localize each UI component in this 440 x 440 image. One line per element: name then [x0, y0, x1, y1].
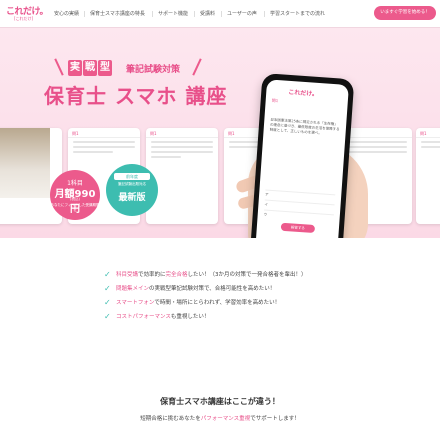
nav-divider [194, 11, 195, 17]
smartphone-mockup: これだけ。 問1 日本国憲法第25条に規定される「生存権」の理念に基づき、最低限… [249, 73, 355, 238]
tag-rest: 筆記試験対策 [126, 65, 181, 75]
hero-section: 実 戦 型 筆記試験対策 保育士 スマホ 講座 問1 問1 問1 問1 問1 [0, 28, 440, 238]
start-learning-button[interactable]: いますぐ学習を始める！ [374, 6, 436, 20]
tag-char: 型 [98, 60, 112, 76]
highlight-text: コストパフォーマンス [116, 314, 171, 320]
question-card: 問1 [146, 128, 218, 224]
nav-item-fee[interactable]: 受講料 [200, 9, 215, 19]
check-icon: ✓ [104, 284, 111, 293]
price-badge-tax: (税込) [70, 197, 80, 201]
check-icon: ✓ [104, 270, 111, 279]
phone-question-label: 問1 [271, 97, 279, 104]
new-badge-line1: 前年度 [114, 173, 150, 180]
logo-sub-text: [これだけ] [14, 16, 34, 21]
latest-edition-badge: 前年度 筆記試験出題対応 最新版 [106, 164, 158, 216]
checklist-item: ✓ 問題集メインの実戦型筆記試験対策で、合格可能性を高めたい！ [104, 284, 404, 294]
card-question-label: 問1 [146, 128, 218, 138]
nav-item-voices[interactable]: ユーザーの声 [227, 9, 257, 19]
phone-answer-button[interactable]: 解答する [280, 222, 316, 234]
nav-divider [221, 11, 222, 17]
nav-divider [152, 11, 153, 17]
checklist-item: ✓ 科目受講で効率的に完全合格したい！（3か月の対策で一発合格者を輩出！） [104, 270, 404, 280]
check-icon: ✓ [104, 298, 111, 307]
phone-screen: これだけ。 問1 日本国憲法第25条に規定される「生存権」の理念に基づき、最低限… [255, 79, 349, 238]
question-card: 問1 [416, 128, 440, 224]
nav-item-support[interactable]: サポート機能 [158, 9, 188, 19]
new-badge-line2: 筆記試験出題対応 [118, 182, 146, 186]
check-icon: ✓ [104, 312, 111, 321]
highlight-text: 問題集メイン [116, 286, 150, 292]
phone-question-text: 日本国憲法第25条に規定される「生存権」の理念に基づき、最低限度の生活を保障する… [269, 117, 340, 136]
new-badge-line3: 最新版 [118, 193, 146, 203]
tag-char: 実 [68, 60, 82, 76]
hero-title: 保育士 スマホ 講座 [44, 84, 228, 108]
card-question-label: 問1 [416, 128, 440, 138]
price-badge: 1科目 月額990円 (税込) あなたにフィットした受講期間を [50, 170, 100, 220]
body-text: したい！（3か月の対策で一発合格者を輩出！） [187, 272, 307, 278]
checklist-item: ✓ コストパフォーマンスも重視したい！ [104, 312, 404, 322]
section-title: 保育士スマホ講座はここが違う！ [160, 397, 280, 406]
highlight-text: スマートフォン [116, 300, 155, 306]
subtitle-text: 短期合格に挑むあなたを [140, 416, 201, 422]
subtitle-text: でサポートします！ [250, 416, 300, 422]
nav-item-flow[interactable]: 学習スタートまでの流れ [270, 9, 325, 19]
highlight-text: 科目受講 [116, 272, 139, 278]
phone-logo: これだけ。 [288, 88, 319, 98]
logo[interactable]: これだけ。 [これだけ] [6, 4, 49, 24]
nav-divider [84, 11, 85, 17]
decor-slash [192, 58, 202, 76]
nav-divider [264, 11, 265, 17]
highlight-text: 完全合格 [165, 272, 188, 278]
checklist-item: ✓ スマートフォンで時間・場所にとらわれず、学習効率を高めたい！ [104, 298, 404, 308]
body-text: の実戦型筆記試験対策で、合格可能性を高めたい！ [149, 286, 276, 292]
body-text: で時間・場所にとらわれず、学習効率を高めたい！ [154, 300, 281, 306]
site-header: これだけ。 [これだけ] 安心の実績 保育士スマホ講座の特長 サポート機能 受講… [0, 0, 440, 28]
body-text: も重視したい！ [170, 314, 210, 320]
piano-photo [0, 128, 50, 198]
body-text: で効率的に [138, 272, 166, 278]
subtitle-highlight: パフォーマンス重視 [200, 416, 251, 422]
tag-char: 戦 [83, 60, 97, 76]
decor-slash [54, 58, 64, 76]
section-subtitle: 短期合格に挑むあなたをパフォーマンス重視でサポートします！ [0, 414, 440, 422]
nav-item-results[interactable]: 安心の実績 [54, 9, 79, 19]
card-question-label: 問1 [68, 128, 140, 138]
nav-item-features[interactable]: 保育士スマホ講座の特長 [90, 9, 145, 19]
price-badge-note: あなたにフィットした受講期間を [50, 203, 100, 212]
